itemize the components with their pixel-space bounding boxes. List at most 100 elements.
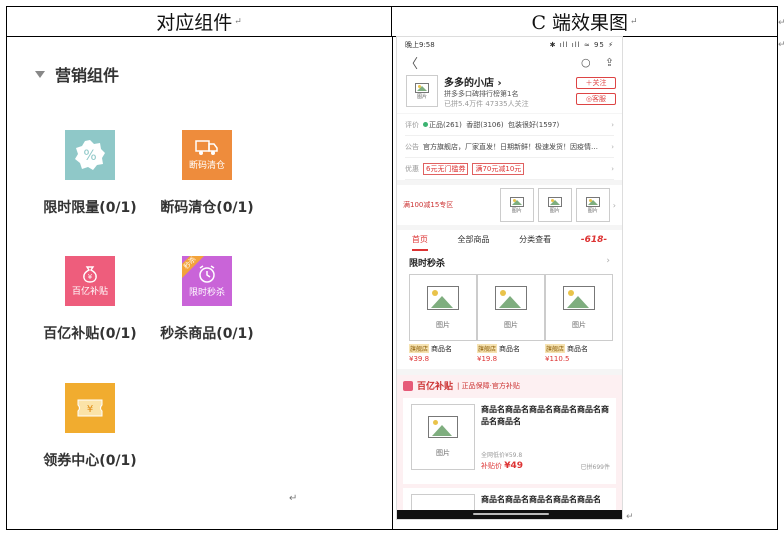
coupon-row[interactable]: 优惠 6元无门槛券 满70元减10元 › bbox=[405, 158, 614, 180]
store-tag: 旗舰店 bbox=[477, 344, 498, 353]
image-placeholder-icon bbox=[509, 196, 524, 207]
header-cell-components: 对应组件 ↵ bbox=[7, 7, 392, 37]
document-table: 对应组件 ↵ C 端效果图 ↵ 营销组件 % 限时限量(0/1) 断码清仓 断码… bbox=[6, 6, 778, 530]
product-name: 商品名商品名商品名商品名商品名商品名商品名 bbox=[481, 405, 609, 426]
percent-badge-shape: % bbox=[75, 140, 105, 170]
header-preview-text: C 端效果图 bbox=[531, 12, 629, 34]
tab-categories[interactable]: 分类查看 bbox=[519, 234, 551, 248]
promo-zone[interactable]: 满100减15专区 图片 图片 图片 › bbox=[397, 185, 622, 225]
component-seckill[interactable]: 秒杀 限时秒杀 秒杀商品(0/1) bbox=[152, 256, 262, 343]
shop-tabs: 首页 全部商品 分类查看 -618- bbox=[397, 230, 622, 252]
component-label: 百亿补贴(0/1) bbox=[43, 326, 137, 342]
shop-logo: 图片 bbox=[406, 75, 438, 107]
component-label: 断码清仓(0/1) bbox=[160, 200, 254, 216]
header-components-text: 对应组件 bbox=[156, 12, 233, 34]
coupon-ticket-icon: ¥ bbox=[65, 383, 115, 433]
product-image: 图片 bbox=[477, 274, 545, 341]
image-text: 图片 bbox=[436, 449, 450, 457]
subsidy-section: 百亿补贴 | 正品保障·官方补贴 图片 商品名商品名商品名商品名商品名商品名商品… bbox=[397, 375, 622, 519]
flash-sale-list: 图片 旗舰店 商品名 ¥39.8 图片 旗舰店 商品名 ¥19.8 图片 旗舰店 商品… bbox=[402, 274, 617, 363]
product-card[interactable]: 图片 旗舰店 商品名 ¥19.8 bbox=[477, 274, 545, 363]
column-divider bbox=[392, 37, 393, 529]
thumb-text: 图片 bbox=[511, 207, 522, 214]
shop-rank: 拼多多口碑排行榜第1名 bbox=[444, 90, 519, 98]
svg-text:¥: ¥ bbox=[87, 404, 93, 415]
coupon-chip[interactable]: 满70元减10元 bbox=[472, 162, 525, 175]
share-icon[interactable]: ⇪ bbox=[605, 56, 614, 69]
paragraph-mark: ↵ bbox=[630, 16, 638, 27]
shop-name[interactable]: 多多的小店 › bbox=[444, 74, 502, 89]
nav-bar: 〈 ○ ⇪ bbox=[397, 52, 622, 72]
subsidy-price-label: 补贴价 bbox=[481, 462, 505, 470]
tab-618[interactable]: -618- bbox=[581, 235, 607, 248]
paragraph-mark: ↵ bbox=[778, 40, 784, 50]
truck-shape bbox=[195, 140, 218, 155]
paragraph-mark: ↵ bbox=[778, 18, 784, 28]
component-label: 领券中心(0/1) bbox=[43, 453, 137, 469]
image-placeholder-icon bbox=[563, 285, 595, 310]
status-time: 晚上9:58 bbox=[405, 40, 435, 49]
money-bag-icon: ¥ 百亿补贴 bbox=[65, 256, 115, 306]
product-card[interactable]: 图片 旗舰店 商品名 ¥39.8 bbox=[409, 274, 477, 363]
search-icon[interactable]: ○ bbox=[581, 56, 591, 69]
alarm-clock-icon: 秒杀 限时秒杀 bbox=[182, 256, 232, 306]
alarm-clock-shape bbox=[199, 265, 215, 283]
home-indicator bbox=[397, 510, 622, 519]
image-placeholder-icon bbox=[585, 196, 600, 207]
tab-all-products[interactable]: 全部商品 bbox=[458, 234, 490, 248]
image-placeholder-icon bbox=[547, 196, 562, 207]
store-tag: 旗舰店 bbox=[545, 344, 566, 353]
store-tag: 旗舰店 bbox=[409, 344, 430, 353]
icon-caption: 断码清仓 bbox=[188, 161, 225, 171]
subsidy-product-card[interactable]: 图片 商品名商品名商品名商品名商品名商品名商品名 全网低价¥59.8 补贴价 ¥… bbox=[403, 398, 616, 484]
component-coupon-center[interactable]: ¥ 领券中心(0/1) bbox=[35, 383, 145, 470]
component-flash-limited[interactable]: % 限时限量(0/1) bbox=[35, 130, 145, 217]
shop-header: 图片 多多的小店 › 拼多多口碑排行榜第1名 已拼5.4万件 47335人关注 … bbox=[397, 72, 622, 113]
money-bag-shape: ¥ bbox=[83, 266, 97, 283]
image-placeholder-icon bbox=[495, 285, 527, 310]
notice-row[interactable]: 公告 官方旗舰店，厂家直发！日期新鲜！极速发货！因疫情… › bbox=[405, 136, 614, 158]
back-icon[interactable]: 〈 bbox=[405, 53, 418, 72]
promo-thumb: 图片 bbox=[537, 188, 572, 222]
section-header[interactable]: 营销组件 bbox=[35, 62, 119, 86]
chevron-right-icon[interactable]: › bbox=[606, 256, 610, 269]
product-price: ¥110.5 bbox=[545, 355, 570, 363]
review-tag: 包装很好(1597) bbox=[508, 120, 560, 129]
image-text: 图片 bbox=[504, 320, 518, 329]
product-image: 图片 bbox=[545, 274, 613, 341]
follow-button[interactable]: ＋关注 bbox=[576, 77, 616, 89]
product-card[interactable]: 图片 旗舰店 商品名 ¥110.5 bbox=[545, 274, 613, 363]
phone-preview: 晚上9:58 ✱ ıll ıll ≈ 95 ⚡ 〈 ○ ⇪ 图片 多多的小店 ›… bbox=[396, 36, 623, 520]
review-row[interactable]: 评价 正品(261) 香甜(3106) 包装很好(1597) › bbox=[405, 114, 614, 136]
image-text: 图片 bbox=[436, 320, 450, 329]
service-button[interactable]: ◎客服 bbox=[576, 93, 616, 105]
shop-fans: 已拼5.4万件 47335人关注 bbox=[444, 100, 529, 108]
tab-home[interactable]: 首页 bbox=[411, 234, 428, 251]
collapse-triangle-icon[interactable] bbox=[35, 70, 45, 78]
thumb-text: 图片 bbox=[587, 207, 598, 214]
subsidy-subtitle: | 正品保障·官方补贴 bbox=[457, 381, 520, 390]
promo-thumb: 图片 bbox=[499, 188, 534, 222]
svg-text:%: % bbox=[83, 148, 96, 164]
row-key: 优惠 bbox=[405, 164, 419, 173]
component-label: 秒杀商品(0/1) bbox=[160, 326, 254, 342]
component-clearance[interactable]: 断码清仓 断码清仓(0/1) bbox=[152, 130, 262, 217]
product-name: 商品名 bbox=[499, 345, 521, 353]
product-image: 图片 bbox=[409, 274, 477, 341]
image-placeholder-icon bbox=[427, 285, 459, 310]
product-name: 商品名商品名商品名商品名商品名 bbox=[481, 495, 601, 504]
coupon-chip[interactable]: 6元无门槛券 bbox=[423, 162, 469, 175]
notice-text: 官方旗舰店，厂家直发！日期新鲜！极速发货！因疫情… bbox=[423, 142, 598, 151]
icon-caption: 限时秒杀 bbox=[188, 288, 225, 298]
row-key: 评价 bbox=[405, 120, 419, 129]
paragraph-mark: ↵ bbox=[234, 16, 242, 27]
flash-sale-section: 限时秒杀 › 图片 旗舰店 商品名 ¥39.8 图片 旗舰店 商品名 ¥19.8 图… bbox=[397, 252, 622, 369]
truck-clearance-icon: 断码清仓 bbox=[182, 130, 232, 180]
chevron-right-icon: › bbox=[611, 164, 614, 173]
subsidy-price: ¥49 bbox=[504, 461, 524, 471]
shop-info-list: 评价 正品(261) 香甜(3106) 包装很好(1597) › 公告 官方旗舰… bbox=[397, 114, 622, 180]
component-label: 限时限量(0/1) bbox=[43, 200, 137, 216]
component-subsidy[interactable]: ¥ 百亿补贴 百亿补贴(0/1) bbox=[35, 256, 145, 343]
review-tag: 正品(261) bbox=[429, 120, 462, 129]
promo-thumb: 图片 bbox=[575, 188, 610, 222]
